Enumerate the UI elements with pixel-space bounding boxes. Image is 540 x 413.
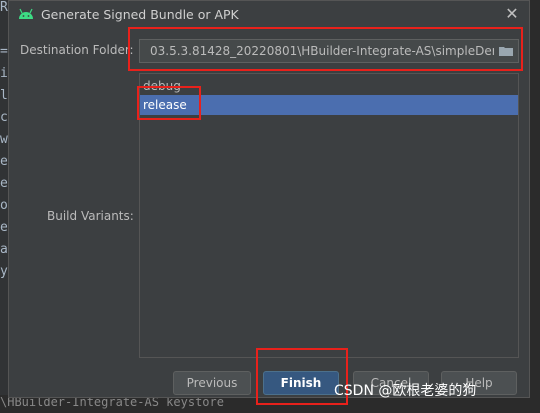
ide-side-char: i	[0, 66, 8, 81]
ide-side-char: y	[0, 264, 8, 279]
variant-item-release[interactable]: release	[140, 95, 518, 115]
destination-folder-label: Destination Folder:	[20, 43, 134, 57]
ide-side-char: R	[0, 0, 8, 15]
ide-side-char: o	[0, 198, 8, 213]
ide-side-char: w	[0, 132, 8, 147]
ide-side-char: e	[0, 176, 8, 191]
android-icon	[19, 8, 33, 19]
ide-side-char: c	[0, 110, 8, 125]
ide-side-char: e	[0, 154, 8, 169]
build-variants-list[interactable]: debug release	[139, 73, 519, 358]
ide-side-char: l	[0, 88, 8, 103]
destination-folder-value: 03.5.3.81428_20220801\HBuilder-Integrate…	[150, 44, 511, 58]
build-variants-label: Build Variants:	[47, 209, 134, 223]
ide-side-char: e	[0, 220, 8, 235]
watermark-text: CSDN @欧根老婆的狗	[334, 383, 477, 399]
dialog-titlebar: Generate Signed Bundle or APK ✕	[9, 1, 529, 29]
destination-folder-field[interactable]: 03.5.3.81428_20220801\HBuilder-Integrate…	[139, 39, 519, 63]
previous-button[interactable]: Previous	[173, 371, 251, 395]
ide-side-char: a	[0, 242, 8, 257]
close-button[interactable]: ✕	[503, 5, 521, 23]
browse-folder-button[interactable]	[494, 40, 518, 62]
finish-button[interactable]: Finish	[263, 371, 339, 395]
folder-icon	[499, 47, 513, 56]
generate-signed-dialog: Generate Signed Bundle or APK ✕ Destinat…	[8, 0, 530, 398]
variant-item-debug[interactable]: debug	[140, 76, 518, 96]
ide-side-char: =	[0, 44, 8, 59]
dialog-title: Generate Signed Bundle or APK	[41, 7, 239, 22]
